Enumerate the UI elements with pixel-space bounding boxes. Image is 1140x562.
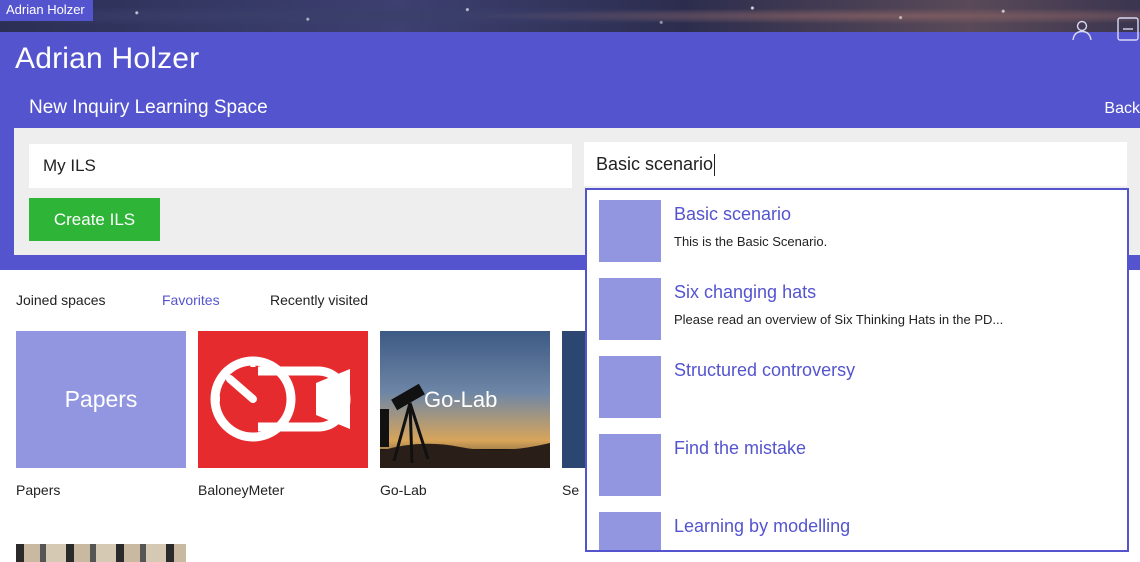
user-icon[interactable] — [1070, 18, 1094, 42]
baloney-meter-logo — [210, 356, 351, 442]
top-banner: Adrian Holzer — [0, 0, 1140, 32]
scenario-option[interactable]: Find the mistake — [599, 434, 1119, 496]
scenario-title: Structured controversy — [674, 360, 856, 380]
scenario-search-value: Basic scenario — [596, 154, 714, 174]
tile-label-golab[interactable]: Go-Lab — [380, 482, 427, 498]
back-link[interactable]: Back — [1104, 100, 1140, 118]
tile-label-papers[interactable]: Papers — [16, 482, 60, 498]
scenario-title: Learning by modelling — [674, 516, 851, 536]
text-caret — [714, 154, 716, 177]
scenario-search-input[interactable]: Basic scenario — [584, 142, 1127, 186]
scenario-title: Find the mistake — [674, 438, 807, 458]
scenario-option[interactable]: Structured controversy — [599, 356, 1119, 418]
scenario-title: Basic scenario — [674, 204, 792, 224]
space-tile-thumbnail-partial[interactable] — [16, 544, 186, 562]
tab-favorites[interactable]: Favorites — [162, 292, 220, 308]
space-tile-papers[interactable]: Papers — [16, 331, 186, 468]
tile-thumb-text: Go-Lab — [424, 387, 498, 412]
top-user-label: Adrian Holzer — [0, 0, 93, 21]
scenario-option[interactable]: Basic scenario This is the Basic Scenari… — [599, 200, 1119, 262]
scenario-thumb — [599, 356, 661, 418]
page-title: Adrian Holzer — [15, 42, 200, 75]
scenario-thumb — [599, 200, 661, 262]
logout-icon[interactable] — [1116, 16, 1140, 42]
tab-recently-visited[interactable]: Recently visited — [270, 292, 368, 308]
scenario-description: Please read an overview of Six Thinking … — [674, 312, 1004, 327]
page-subtitle: New Inquiry Learning Space — [29, 97, 268, 118]
scenario-option[interactable]: Six changing hats Please read an overvie… — [599, 278, 1119, 340]
app-header: Adrian Holzer New Inquiry Learning Space… — [0, 32, 1140, 128]
tile-label-baloneymeter[interactable]: BaloneyMeter — [198, 482, 284, 498]
scenario-option[interactable]: Learning by modelling — [599, 512, 1119, 550]
scenario-dropdown: Basic scenario This is the Basic Scenari… — [585, 188, 1129, 552]
scenario-thumb — [599, 512, 661, 550]
scenario-thumb — [599, 278, 661, 340]
tab-joined-spaces[interactable]: Joined spaces — [16, 292, 106, 308]
tile-thumb-text: Papers — [64, 386, 138, 412]
ils-name-input[interactable] — [29, 144, 572, 188]
space-tile-golab[interactable]: Go-Lab — [380, 331, 550, 468]
create-ils-button[interactable]: Create ILS — [29, 198, 160, 241]
space-tile-baloneymeter[interactable] — [198, 331, 368, 468]
tile-label-partial[interactable]: Se — [562, 482, 579, 498]
scenario-description: This is the Basic Scenario. — [674, 234, 828, 249]
scenario-title: Six changing hats — [674, 282, 817, 302]
scenario-thumb — [599, 434, 661, 496]
